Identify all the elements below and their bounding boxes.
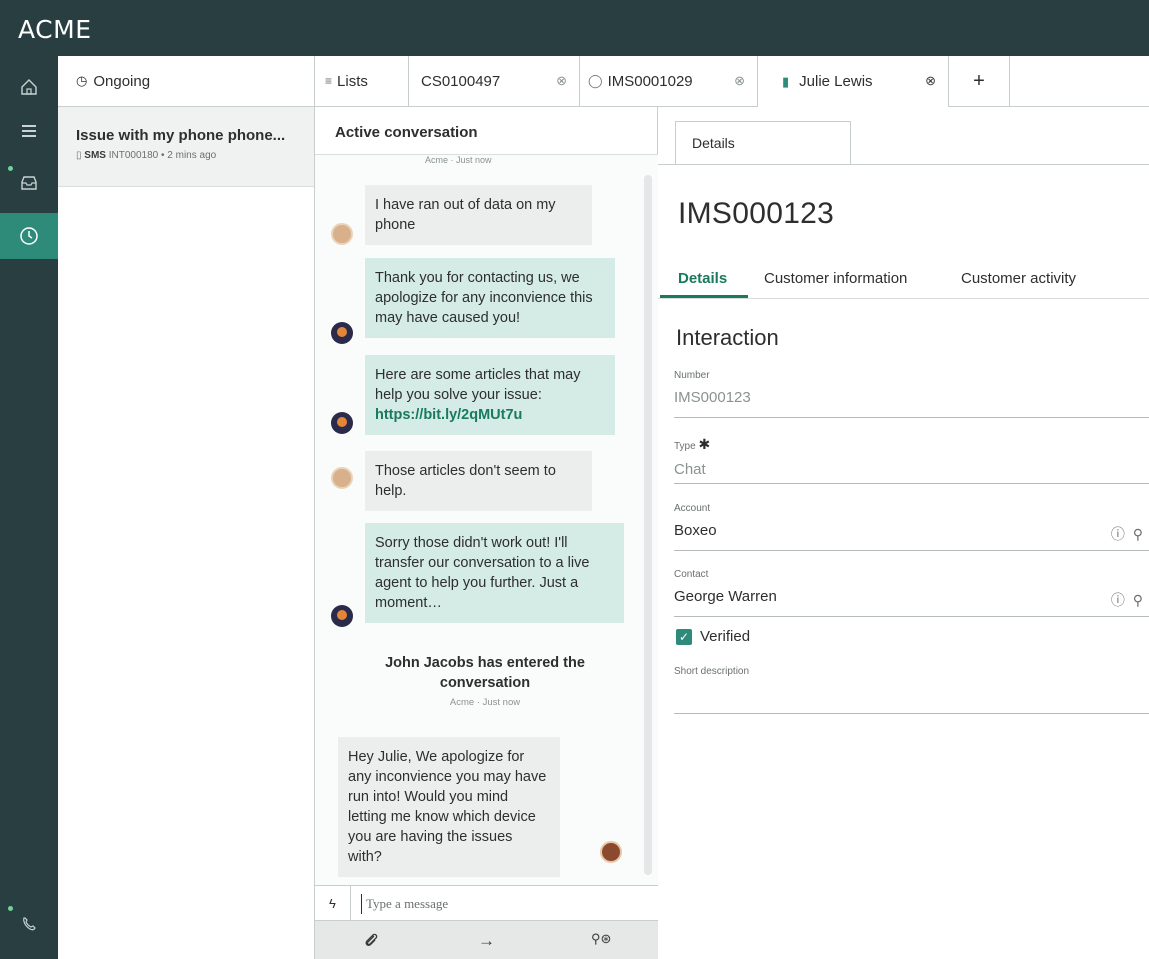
agent-avatar	[600, 841, 622, 863]
conversation-pane: Active conversation Acme · Just now I ha…	[315, 107, 658, 959]
list-item-meta: INT000180 • 2 mins ago	[108, 150, 217, 161]
home-icon[interactable]	[0, 64, 58, 110]
message-meta: Acme · Just now	[425, 155, 492, 165]
add-tab-button[interactable]: +	[949, 56, 1010, 106]
message-composer: ϟ	[315, 885, 658, 921]
customer-avatar	[331, 467, 353, 489]
divider	[658, 164, 1149, 165]
divider	[658, 298, 1149, 299]
mobile-phone-icon: ▯	[76, 150, 82, 161]
section-title: Interaction	[676, 325, 779, 350]
record-number: IMS000123	[678, 197, 835, 230]
tab-details[interactable]: Details	[675, 121, 851, 165]
clock-icon: ◷	[76, 73, 88, 88]
inbox-icon[interactable]	[0, 160, 58, 206]
tab-interaction[interactable]: ◯ IMS0001029 ⊗	[580, 56, 758, 106]
required-icon: ✱	[698, 436, 711, 452]
list-item[interactable]: Issue with my phone phone... ▯ SMS INT00…	[58, 107, 314, 187]
customer-message: Those articles don't seem to help.	[365, 451, 592, 511]
left-rail	[0, 56, 58, 959]
bot-avatar	[331, 412, 353, 434]
bot-avatar	[331, 322, 353, 344]
subtab-customer-activity[interactable]: Customer activity	[961, 270, 1076, 287]
mobile-phone-icon: ▮	[782, 73, 790, 89]
customer-avatar	[331, 223, 353, 245]
close-icon[interactable]: ⊗	[734, 73, 745, 89]
system-notice-title: John Jacobs has entered the conversation	[385, 655, 585, 691]
tab-contact[interactable]: ▮ Julie Lewis ⊗	[758, 56, 949, 107]
message-list[interactable]: Acme · Just now I have ran out of data o…	[315, 155, 658, 885]
subtab-customer-information[interactable]: Customer information	[764, 270, 907, 287]
close-icon[interactable]: ⊗	[556, 73, 567, 89]
chat-bubble-icon: ◯	[588, 73, 603, 88]
checkmark-icon: ✓	[676, 628, 692, 645]
tab-ongoing[interactable]: ◷ Ongoing	[58, 56, 315, 106]
composer-actions: → ⚲⊛	[315, 921, 658, 959]
search-icon[interactable]: ⚲	[1133, 526, 1143, 542]
agent-message: Hey Julie, We apologize for any inconvie…	[338, 737, 560, 877]
phone-icon[interactable]	[0, 901, 58, 947]
number-field[interactable]: Number IMS000123	[674, 370, 1149, 418]
info-icon[interactable]: ⓘ	[1111, 526, 1125, 542]
workspace-tabs: ◷ Ongoing ≡ Lists CS0100497 ⊗ ◯ IMS00010…	[58, 56, 1149, 107]
brand-logo: ACME	[18, 15, 92, 44]
paperclip-icon[interactable]	[363, 931, 379, 954]
account-field[interactable]: Account Boxeo ⓘ ⚲	[674, 503, 1149, 551]
customer-message: I have ran out of data on my phone	[365, 185, 592, 245]
short-description-field[interactable]: Short description	[674, 666, 1149, 714]
clock-icon[interactable]	[0, 213, 58, 259]
scrollbar[interactable]	[644, 175, 652, 875]
system-notice-meta: Acme · Just now	[449, 697, 521, 708]
info-icon[interactable]: ⓘ	[1111, 592, 1125, 608]
subtab-details[interactable]: Details	[678, 270, 727, 287]
list-icon: ≡	[325, 74, 333, 88]
send-arrow-icon[interactable]: →	[478, 931, 495, 951]
bot-message: Thank you for contacting us, we apologiz…	[365, 258, 615, 338]
list-icon[interactable]	[0, 108, 58, 154]
bot-message: Here are some articles that may help you…	[365, 355, 615, 435]
tab-lists[interactable]: ≡ Lists	[315, 56, 409, 106]
verified-checkbox[interactable]: ✓ Verified	[676, 628, 750, 645]
message-input[interactable]	[361, 894, 641, 914]
article-link[interactable]: https://bit.ly/2qMUt7u	[375, 407, 522, 423]
top-bar: ACME	[0, 0, 1149, 56]
bot-avatar	[331, 605, 353, 627]
ongoing-list: Issue with my phone phone... ▯ SMS INT00…	[58, 107, 315, 959]
bot-message: Sorry those didn't work out! I'll transf…	[365, 523, 624, 623]
quick-actions-icon[interactable]: ϟ	[315, 886, 351, 921]
tab-case[interactable]: CS0100497 ⊗	[409, 56, 580, 106]
type-field[interactable]: Type ✱ Chat	[674, 436, 1149, 484]
search-icon[interactable]: ⚲	[1133, 592, 1143, 608]
system-notice: John Jacobs has entered the conversation…	[355, 653, 615, 708]
type-label: Type	[674, 441, 696, 452]
conversation-title: Active conversation	[315, 107, 658, 155]
contact-field[interactable]: Contact George Warren ⓘ ⚲	[674, 569, 1149, 617]
close-icon[interactable]: ⊗	[925, 73, 936, 89]
channel-label: SMS	[84, 150, 106, 161]
verified-label: Verified	[700, 628, 751, 645]
record-detail: Details IMS000123 Details Customer infor…	[658, 107, 1149, 959]
transfer-agent-icon[interactable]: ⚲⊛	[591, 931, 611, 947]
